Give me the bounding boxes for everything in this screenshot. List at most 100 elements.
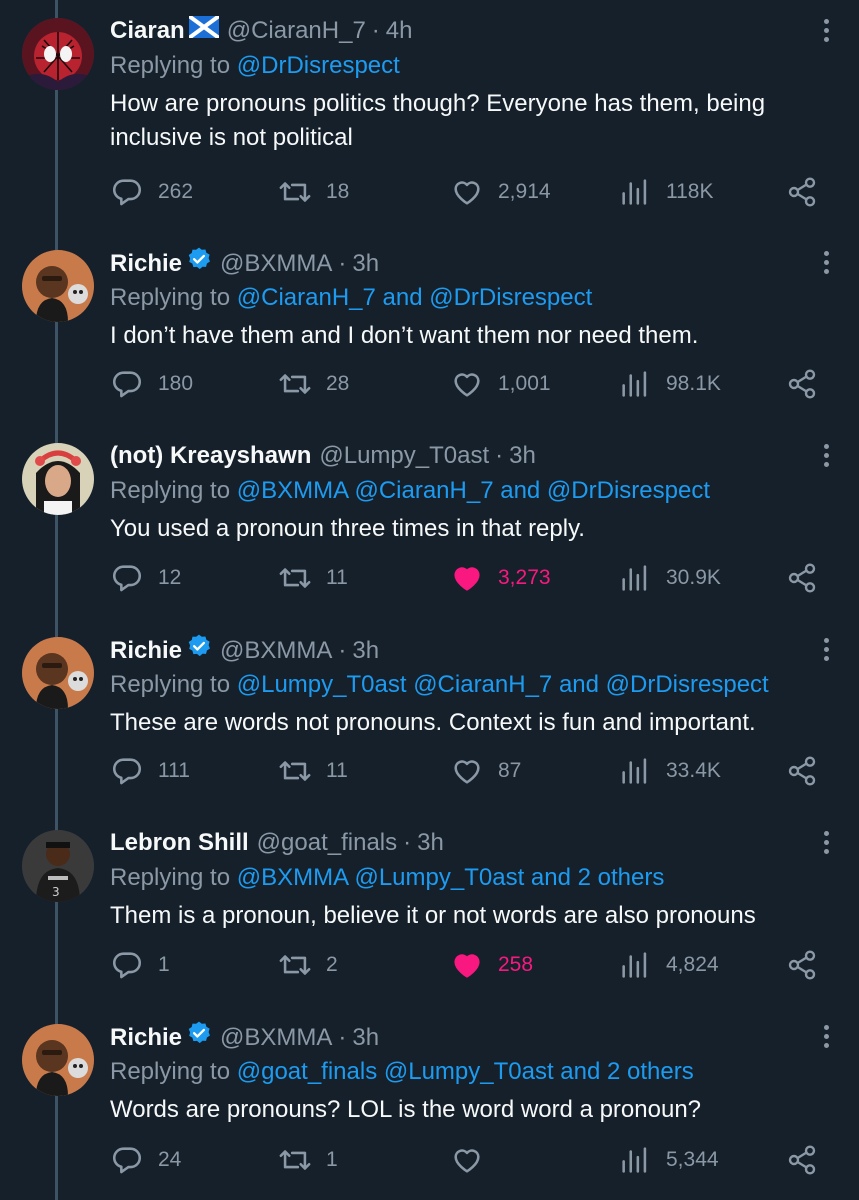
views-button[interactable]: 33.4K xyxy=(618,751,721,791)
scotland-flag-icon xyxy=(187,14,220,48)
display-name[interactable]: (not) Kreayshawn xyxy=(110,439,311,473)
vertical-dots-icon[interactable] xyxy=(821,1022,831,1052)
tweet-actions: 111 11 87 33.4K xyxy=(0,751,859,791)
replying-links[interactable]: @BXMMA @Lumpy_T0ast and 2 others xyxy=(237,864,665,891)
share-button[interactable] xyxy=(786,172,818,212)
reply-count: 180 xyxy=(158,372,194,395)
tweet[interactable]: Richie @BXMMA · 3h Replying to @goat_fin… xyxy=(0,1006,859,1200)
bar-chart-icon xyxy=(622,952,647,978)
views-button[interactable]: 98.1K xyxy=(618,364,721,404)
like-button[interactable]: 1,001 xyxy=(450,364,551,404)
avatar[interactable] xyxy=(22,18,94,90)
avatar[interactable] xyxy=(22,443,94,515)
timestamp[interactable]: 3h xyxy=(352,247,379,281)
tweet-header: (not) Kreayshawn @Lumpy_T0ast · 3h xyxy=(110,439,536,473)
view-count: 33.4K xyxy=(666,759,721,782)
timestamp[interactable]: 3h xyxy=(509,439,536,473)
replying-to: Replying to @DrDisrespect xyxy=(110,49,400,83)
tweet[interactable]: Richie @BXMMA · 3h Replying to @CiaranH_… xyxy=(0,232,859,426)
like-button[interactable]: 2,914 xyxy=(450,172,551,212)
retweet-button[interactable]: 1 xyxy=(278,1140,338,1180)
display-name[interactable]: Ciaran xyxy=(110,14,185,48)
tweet-text: These are words not pronouns. Context is… xyxy=(110,709,756,736)
avatar[interactable] xyxy=(22,250,94,322)
comment-bubble-icon xyxy=(112,565,142,592)
retweet-button[interactable]: 11 xyxy=(278,751,348,791)
retweet-button[interactable]: 11 xyxy=(278,558,348,598)
retweet-count: 1 xyxy=(326,1148,338,1171)
reply-count: 24 xyxy=(158,1148,182,1171)
avatar[interactable]: 3 xyxy=(22,830,94,902)
display-name[interactable]: Lebron Shill xyxy=(110,826,249,860)
retweet-arrows-icon xyxy=(279,374,311,394)
display-name[interactable]: Richie xyxy=(110,634,182,668)
handle[interactable]: @goat_finals xyxy=(257,826,397,860)
replying-links[interactable]: @CiaranH_7 and @DrDisrespect xyxy=(237,284,593,311)
views-button[interactable]: 30.9K xyxy=(618,558,721,598)
share-nodes-icon xyxy=(788,177,816,207)
tweet-actions: 180 28 1,001 98.1K xyxy=(0,364,859,404)
views-button[interactable]: 118K xyxy=(618,172,714,212)
like-button[interactable]: 258 xyxy=(450,945,533,985)
like-button[interactable]: 3,273 xyxy=(450,558,551,598)
tweet[interactable]: 3 Lebron Shill @goat_finals · 3h Replyin… xyxy=(0,812,859,1006)
share-nodes-icon xyxy=(788,950,816,980)
replying-links[interactable]: @Lumpy_T0ast @CiaranH_7 and @DrDisrespec… xyxy=(237,671,769,698)
vertical-dots-icon[interactable] xyxy=(821,16,831,46)
share-button[interactable] xyxy=(786,1140,818,1180)
vertical-dots-icon[interactable] xyxy=(821,441,831,471)
reply-button[interactable]: 180 xyxy=(110,364,193,404)
timestamp[interactable]: 3h xyxy=(417,826,444,860)
retweet-arrows-icon xyxy=(279,182,311,202)
handle[interactable]: @BXMMA xyxy=(220,1021,332,1055)
views-button[interactable]: 5,344 xyxy=(618,1140,719,1180)
tweet[interactable]: Ciaran @CiaranH_7 · 4h Replying to @DrDi… xyxy=(0,0,859,207)
comment-bubble-icon xyxy=(112,371,142,398)
replying-links[interactable]: @BXMMA @CiaranH_7 and @DrDisrespect xyxy=(237,477,710,504)
heart-icon xyxy=(454,1149,480,1173)
display-name[interactable]: Richie xyxy=(110,1021,182,1055)
retweet-button[interactable]: 28 xyxy=(278,364,349,404)
vertical-dots-icon[interactable] xyxy=(821,828,831,858)
retweet-button[interactable]: 18 xyxy=(278,172,349,212)
share-button[interactable] xyxy=(786,751,818,791)
vertical-dots-icon[interactable] xyxy=(821,635,831,665)
avatar[interactable] xyxy=(22,1024,94,1096)
vertical-dots-icon[interactable] xyxy=(821,248,831,278)
views-button[interactable]: 4,824 xyxy=(618,945,719,985)
tweet[interactable]: Richie @BXMMA · 3h Replying to @Lumpy_T0… xyxy=(0,619,859,813)
replying-links[interactable]: @goat_finals @Lumpy_T0ast and 2 others xyxy=(237,1058,694,1085)
tweet-actions: 1 2 258 4,824 xyxy=(0,945,859,985)
handle[interactable]: @BXMMA xyxy=(220,634,332,668)
share-button[interactable] xyxy=(786,558,818,598)
avatar[interactable] xyxy=(22,637,94,709)
handle[interactable]: @BXMMA xyxy=(220,247,332,281)
replying-links[interactable]: @DrDisrespect xyxy=(237,52,400,79)
handle[interactable]: @CiaranH_7 xyxy=(227,14,366,48)
reply-button[interactable]: 262 xyxy=(110,172,193,212)
timestamp[interactable]: 4h xyxy=(386,14,413,48)
heart-icon xyxy=(454,760,480,784)
share-button[interactable] xyxy=(786,364,818,404)
comment-bubble-icon xyxy=(112,952,142,979)
timestamp[interactable]: 3h xyxy=(352,1021,379,1055)
like-button[interactable] xyxy=(450,1140,498,1180)
tweet-text: Words are pronouns? LOL is the word word… xyxy=(110,1096,702,1123)
reply-button[interactable]: 1 xyxy=(110,945,170,985)
comment-bubble-icon xyxy=(112,1147,142,1174)
reply-button[interactable]: 24 xyxy=(110,1140,181,1180)
reply-button[interactable]: 12 xyxy=(110,558,181,598)
like-button[interactable]: 87 xyxy=(450,751,521,791)
share-button[interactable] xyxy=(786,945,818,985)
reply-button[interactable]: 111 xyxy=(110,751,190,791)
retweet-arrows-icon xyxy=(279,1150,311,1170)
bar-chart-icon xyxy=(622,565,647,591)
tweet[interactable]: (not) Kreayshawn @Lumpy_T0ast · 3h Reply… xyxy=(0,425,859,619)
handle[interactable]: @Lumpy_T0ast xyxy=(319,439,489,473)
retweet-button[interactable]: 2 xyxy=(278,945,338,985)
display-name[interactable]: Richie xyxy=(110,247,182,281)
like-count: 3,273 xyxy=(498,566,551,589)
timestamp[interactable]: 3h xyxy=(352,634,379,668)
tweet-actions: 24 1 5,344 xyxy=(0,1140,859,1180)
reply-count: 12 xyxy=(158,566,182,589)
